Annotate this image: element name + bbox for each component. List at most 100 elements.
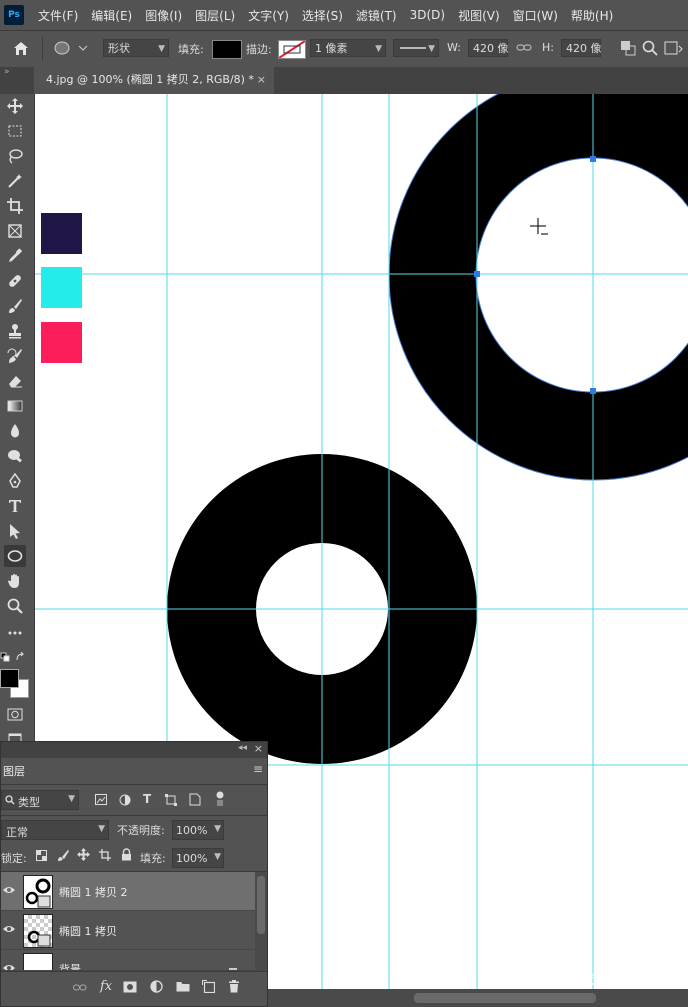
fill-input[interactable]: 100% ▼ [172,848,224,868]
canvas-horizontal-scrollbar[interactable] [268,989,688,1007]
marquee-icon[interactable] [4,120,26,142]
search-icon[interactable] [642,40,658,56]
home-icon[interactable] [12,40,30,56]
adjustment-layer-icon[interactable] [150,980,163,993]
more-icon[interactable] [4,622,26,644]
height-input[interactable]: 420 像 [561,39,602,57]
blur-icon[interactable] [4,420,26,442]
dodge-icon[interactable] [4,445,26,467]
menu-select[interactable]: 选择(S) [302,7,343,24]
menu-image[interactable]: 图像(I) [145,7,182,24]
layer-row[interactable]: 背景 [1,950,255,971]
anchor-point[interactable] [590,388,596,394]
layer-filter-select[interactable]: 类型 ▼ [1,790,79,810]
scrollbar-thumb[interactable] [414,993,596,1003]
type-icon[interactable] [4,495,26,517]
menu-filter[interactable]: 滤镜(T) [356,7,397,24]
stroke-type-select[interactable]: ▼ [393,39,439,57]
close-icon[interactable]: × [254,742,263,755]
lock-all-icon[interactable] [121,848,132,861]
layers-tab[interactable]: 图层 [3,763,25,779]
eye-icon[interactable] [3,923,15,935]
menu-window[interactable]: 窗口(W) [513,7,558,24]
large-ring-shape[interactable] [388,94,688,481]
history-brush-icon[interactable] [4,345,26,367]
zoom-icon[interactable] [4,595,26,617]
link-layers-icon[interactable] [73,983,87,993]
type-filter-icon[interactable]: T [143,792,151,806]
layer-row[interactable]: 椭圆 1 拷贝 2 [1,872,255,911]
document-tab[interactable]: 4.jpg @ 100% (椭圆 1 拷贝 2, RGB/8) * × [34,67,274,94]
layer-name[interactable]: 椭圆 1 拷贝 [59,923,117,939]
lock-position-icon[interactable] [77,848,90,861]
link-icon[interactable] [516,42,532,54]
layers-panel: ◂◂ × 图层 ≡ 类型 ▼ T 正常 ▼ 不透明度: 100% ▼ 锁定: 填… [0,741,268,1007]
lock-transparent-pixels-icon[interactable] [36,850,47,861]
adjustment-filter-icon[interactable] [119,794,131,806]
foreground-color-swatch[interactable] [0,669,19,688]
fill-color-swatch[interactable] [212,40,242,59]
path-select-icon[interactable] [4,520,26,542]
smart-object-filter-icon[interactable] [189,793,201,806]
fx-icon[interactable]: fx [100,979,112,994]
layers-scrollbar[interactable] [255,872,267,972]
brush-icon[interactable] [4,295,26,317]
blend-mode-select[interactable]: 正常 ▼ [1,820,109,840]
ellipse-icon[interactable] [4,545,26,567]
workspace-icon[interactable] [664,40,684,56]
layer-row[interactable]: 椭圆 1 拷贝 [1,911,255,950]
swap-colors-icon[interactable] [15,652,27,662]
menu-file[interactable]: 文件(F) [38,7,78,24]
menu-type[interactable]: 文字(Y) [248,7,289,24]
scrollbar-thumb[interactable] [257,876,265,934]
menu-edit[interactable]: 编辑(E) [91,7,132,24]
trash-icon[interactable] [228,980,240,993]
eyedropper-icon[interactable] [4,245,26,267]
move-icon[interactable] [4,95,26,117]
shape-mode-select[interactable]: 形状 ▼ [103,39,169,57]
gradient-icon[interactable] [4,395,26,417]
anchor-point[interactable] [590,156,596,162]
shape-filter-icon[interactable] [165,794,177,806]
collapse-arrows-icon[interactable]: » [4,67,10,77]
layer-name[interactable]: 椭圆 1 拷贝 2 [59,884,128,900]
pen-icon[interactable] [4,470,26,492]
crop-icon[interactable] [4,195,26,217]
path-operations-icon[interactable] [620,40,636,56]
add-mask-icon[interactable] [123,981,137,993]
filter-toggle-icon[interactable] [215,791,225,807]
new-layer-icon[interactable] [202,980,215,993]
eraser-icon[interactable] [4,370,26,392]
eye-icon[interactable] [3,884,15,896]
lock-image-pixels-icon[interactable] [57,849,69,861]
hand-icon[interactable] [4,570,26,592]
width-input[interactable]: 420 像 [468,39,509,57]
default-colors-icon[interactable] [0,652,12,662]
stroke-color-swatch[interactable] [278,40,306,59]
eye-icon[interactable] [3,962,15,971]
lasso-icon[interactable] [4,145,26,167]
group-folder-icon[interactable] [176,981,190,992]
quick-mask-icon[interactable] [4,703,26,725]
magic-wand-icon[interactable] [4,170,26,192]
stroke-width-input[interactable]: 1 像素 ▼ [310,39,386,57]
pixel-filter-icon[interactable] [95,794,107,805]
close-icon[interactable]: × [257,67,266,93]
frame-icon[interactable] [4,220,26,242]
panel-tab-row: 图层 ≡ [1,758,267,785]
stamp-icon[interactable] [4,320,26,342]
opacity-input[interactable]: 100% ▼ [172,820,224,840]
layer-name[interactable]: 背景 [59,961,81,970]
healing-icon[interactable] [4,270,26,292]
menu-3d[interactable]: 3D(D) [410,8,445,22]
collapse-panel-icon[interactable]: ◂◂ [238,743,247,753]
menu-view[interactable]: 视图(V) [458,7,500,24]
lock-artboard-icon[interactable] [99,849,111,861]
panel-menu-icon[interactable]: ≡ [253,762,263,776]
menu-help[interactable]: 帮助(H) [571,7,613,24]
anchor-point[interactable] [474,271,480,277]
divider [42,37,43,61]
menu-layer[interactable]: 图层(L) [195,7,235,24]
fill-label: 填充: [140,852,166,865]
tool-preset-ellipse-icon[interactable] [53,41,89,55]
